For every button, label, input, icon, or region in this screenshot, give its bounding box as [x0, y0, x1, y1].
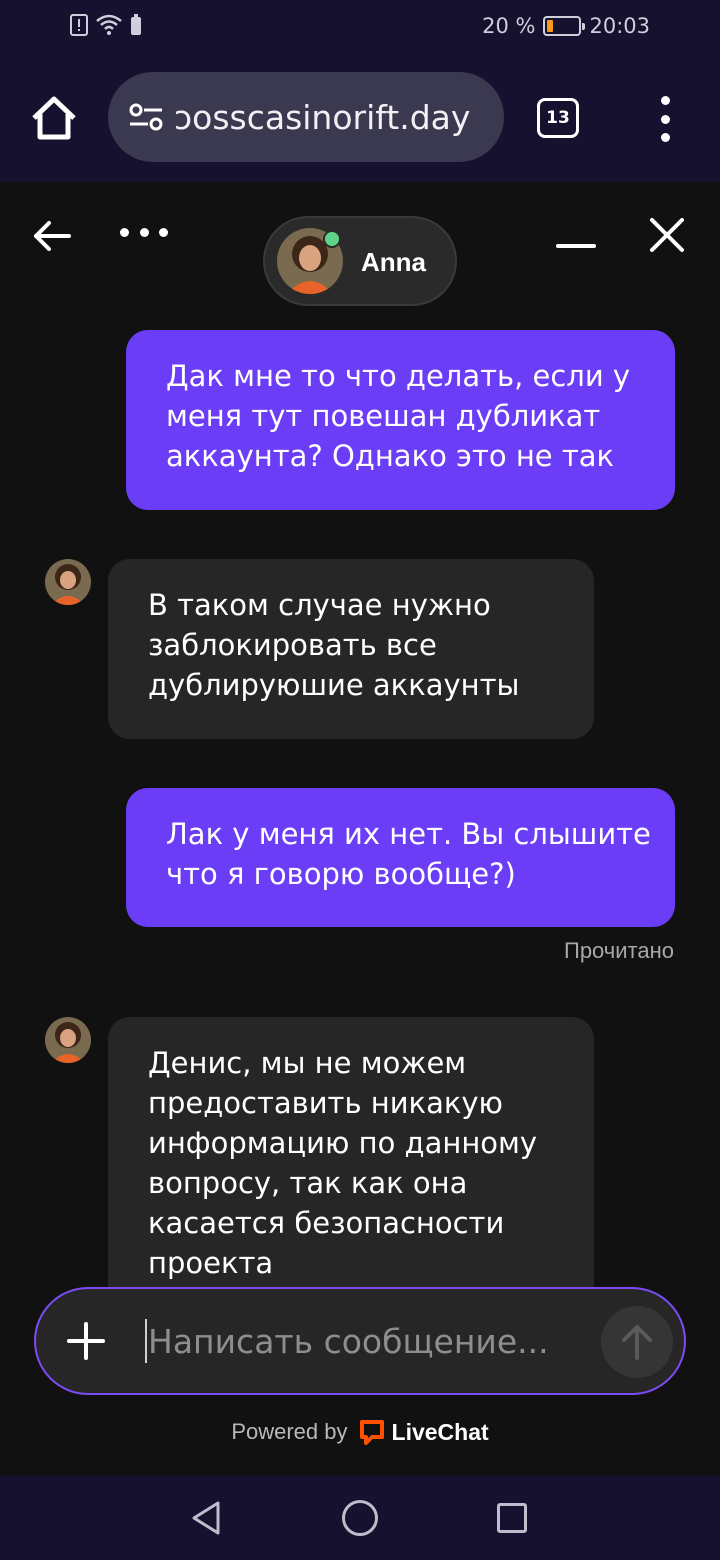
- battery-fill: [547, 20, 554, 32]
- user-message-bubble: Дак мне то что делать, если у меня тут п…: [126, 330, 675, 510]
- attach-plus-icon[interactable]: [66, 1321, 106, 1361]
- battery-icon: [543, 16, 586, 36]
- agent-message-avatar: [45, 1017, 91, 1063]
- agent-info[interactable]: Anna: [263, 216, 457, 306]
- url-text[interactable]: ɔosscasinorift.day: [174, 98, 470, 137]
- message-line: Денис, мы не можем: [148, 1046, 467, 1080]
- battery-saver-icon: [131, 14, 141, 35]
- nav-back-icon[interactable]: [188, 1500, 224, 1536]
- message-line: меня тут повешан дубликат: [166, 399, 601, 433]
- message-line: вопросу, так как она: [148, 1166, 468, 1200]
- text-caret: [145, 1319, 147, 1363]
- online-status-indicator: [323, 230, 341, 248]
- powered-by-text: Powered by: [231, 1419, 348, 1444]
- browser-toolbar: ɔosscasinorift.day 13: [0, 58, 720, 182]
- send-button[interactable]: [601, 1306, 673, 1378]
- agent-name: Anna: [361, 247, 426, 277]
- agent-message-bubble: В таком случае нужно заблокировать все д…: [108, 559, 594, 739]
- arrow-up-icon: [622, 1325, 652, 1360]
- message-line: заблокировать все: [148, 628, 437, 662]
- system-navigation-bar: [0, 1476, 720, 1560]
- minimize-icon[interactable]: [556, 244, 596, 248]
- battery-percent: 20 %: [482, 14, 536, 38]
- livechat-icon: [359, 1420, 384, 1445]
- site-settings-icon[interactable]: [126, 97, 166, 137]
- message-line: дублируюшие аккаунты: [148, 668, 520, 702]
- wifi-icon: [96, 14, 122, 35]
- message-line: информацию по данному: [148, 1126, 538, 1160]
- message-line: касается безопасности: [148, 1206, 505, 1240]
- nav-recents-icon[interactable]: [497, 1503, 527, 1533]
- chat-header: Anna: [0, 182, 720, 312]
- browser-menu-icon[interactable]: [650, 96, 680, 142]
- message-line: предоставить никакую: [148, 1086, 503, 1120]
- livechat-brand: LiveChat: [391, 1418, 489, 1445]
- back-arrow-icon[interactable]: [32, 216, 72, 256]
- read-receipt: Прочитано: [564, 938, 674, 963]
- message-composer: [34, 1287, 686, 1395]
- alert-sim-icon: [70, 14, 88, 36]
- close-icon[interactable]: [648, 216, 686, 254]
- message-line: проекта: [148, 1246, 274, 1280]
- tab-switcher-button[interactable]: 13: [537, 98, 579, 138]
- livechat-logo[interactable]: LiveChat: [358, 1418, 489, 1446]
- message-line: что я говорю вообще?): [166, 857, 516, 891]
- status-bar: 20 % 20:03: [0, 0, 720, 58]
- message-line: Лак у меня их нет. Вы слышите: [166, 817, 651, 851]
- user-message-bubble: Лак у меня их нет. Вы слышите что я гово…: [126, 788, 675, 927]
- powered-by-footer: Powered by LiveChat: [0, 1418, 720, 1446]
- home-icon[interactable]: [28, 92, 80, 144]
- message-line: Дак мне то что делать, если у: [166, 359, 631, 393]
- chat-window: Anna Дак мне то что делать, если у меня …: [0, 182, 720, 1476]
- message-input[interactable]: [148, 1317, 588, 1365]
- message-line: В таком случае нужно: [148, 588, 491, 622]
- address-bar[interactable]: ɔosscasinorift.day: [108, 72, 504, 162]
- message-line: аккаунта? Однако это не так: [166, 439, 615, 473]
- more-options-icon[interactable]: [120, 228, 168, 240]
- clock: 20:03: [589, 14, 650, 38]
- nav-home-icon[interactable]: [342, 1500, 378, 1536]
- agent-message-avatar: [45, 559, 91, 605]
